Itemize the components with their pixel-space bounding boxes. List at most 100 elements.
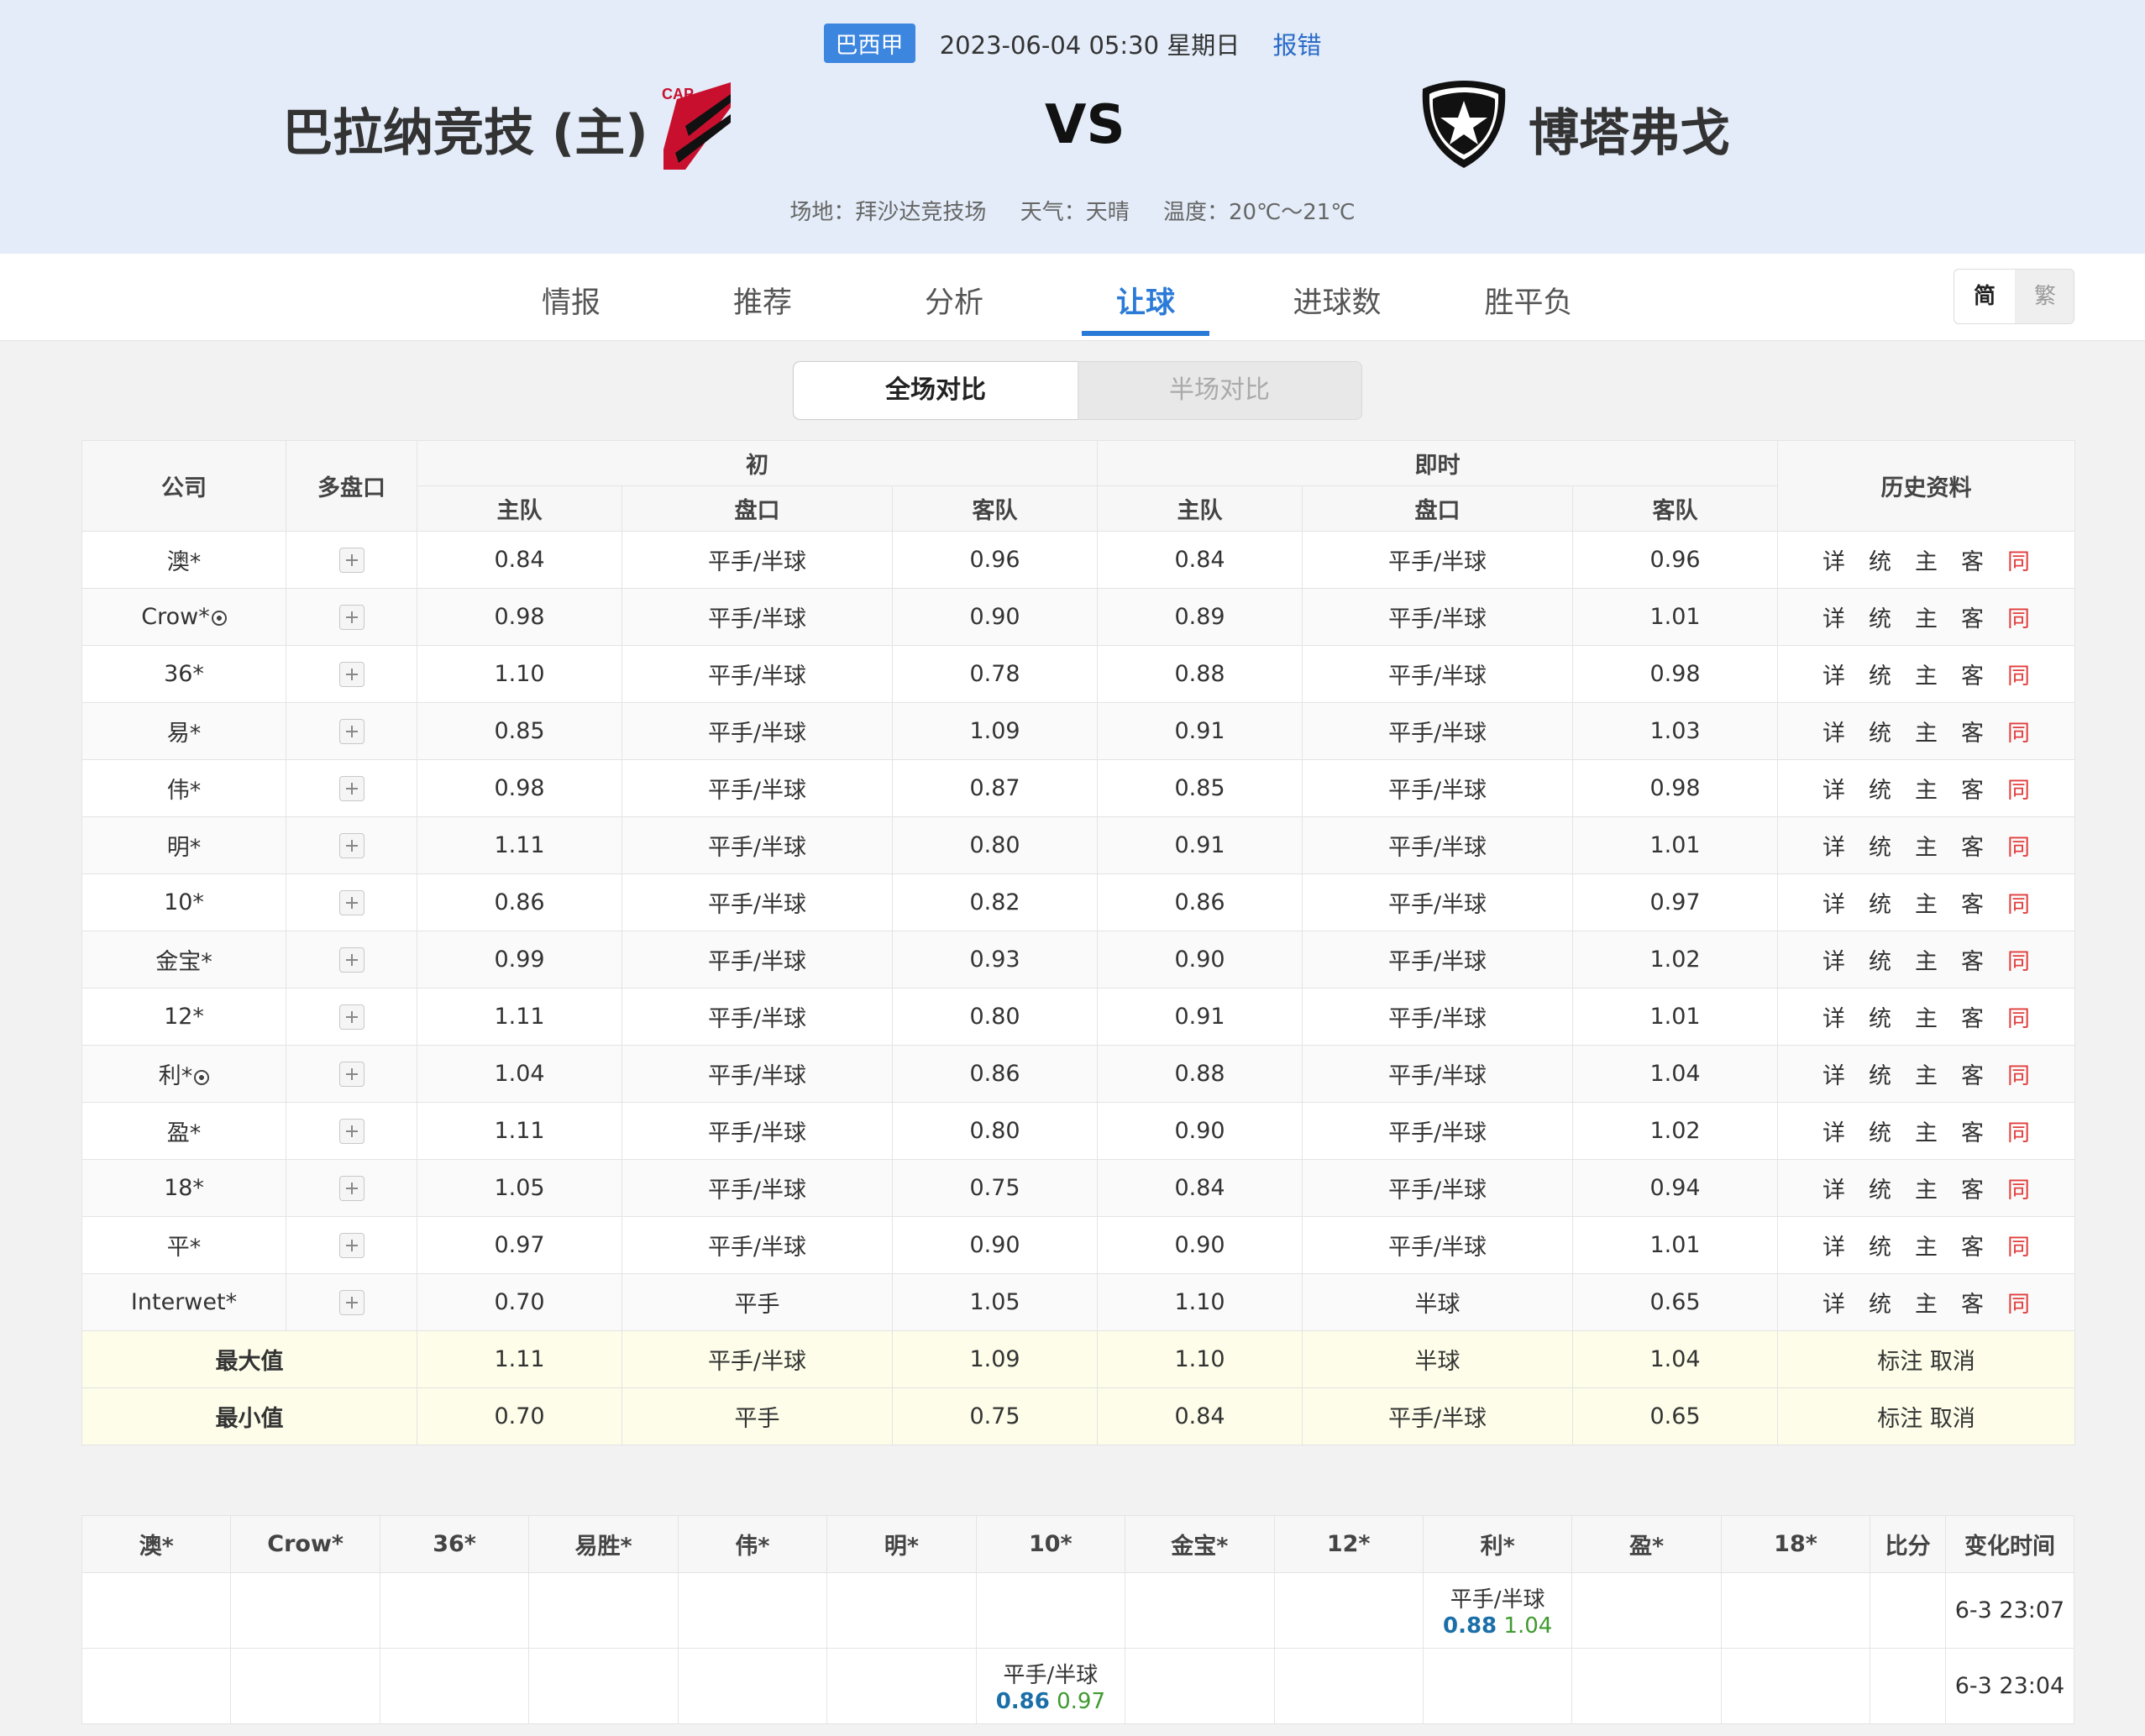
traditional-chinese-button[interactable]: 繁	[2015, 270, 2075, 323]
company-name[interactable]: 36*	[81, 645, 286, 703]
stats-link[interactable]: 统	[1869, 1057, 1891, 1090]
tab-intel[interactable]: 情报	[504, 279, 638, 322]
expand-plus-icon[interactable]	[338, 1233, 364, 1259]
expand-plus-icon[interactable]	[338, 1062, 364, 1088]
detail-link[interactable]: 详	[1822, 1172, 1845, 1204]
away-link[interactable]: 客	[1961, 1172, 1984, 1204]
same-link[interactable]: 同	[2007, 829, 2030, 862]
home-link[interactable]: 主	[1915, 1000, 1938, 1033]
away-link[interactable]: 客	[1961, 772, 1984, 805]
league-badge[interactable]: 巴西甲	[823, 24, 915, 63]
stats-link[interactable]: 统	[1869, 601, 1891, 633]
company-name[interactable]: 平*	[81, 1216, 286, 1274]
company-name[interactable]: 金宝*	[81, 931, 286, 989]
stats-link[interactable]: 统	[1869, 1115, 1891, 1147]
detail-link[interactable]: 详	[1822, 1000, 1845, 1033]
home-link[interactable]: 主	[1915, 1286, 1938, 1319]
away-link[interactable]: 客	[1961, 1000, 1984, 1033]
stats-link[interactable]: 统	[1869, 943, 1891, 976]
stats-link[interactable]: 统	[1869, 886, 1891, 919]
away-team-name[interactable]: 博塔弗戈	[1529, 92, 1730, 165]
same-link[interactable]: 同	[2007, 772, 2030, 805]
company-name[interactable]: 盈*	[81, 1102, 286, 1160]
away-link[interactable]: 客	[1961, 829, 1984, 862]
mark-cancel-action[interactable]: 标注 取消	[1777, 1330, 2076, 1388]
expand-plus-icon[interactable]	[338, 833, 364, 859]
same-link[interactable]: 同	[2007, 1286, 2030, 1319]
expand-plus-icon[interactable]	[338, 1004, 364, 1031]
home-team-logo-icon[interactable]: CAP	[660, 82, 731, 170]
expand-plus-icon[interactable]	[338, 1119, 364, 1145]
away-link[interactable]: 客	[1961, 601, 1984, 633]
stats-link[interactable]: 统	[1869, 772, 1891, 805]
same-link[interactable]: 同	[2007, 1057, 2030, 1090]
expand-plus-icon[interactable]	[338, 548, 364, 574]
away-link[interactable]: 客	[1961, 1286, 1984, 1319]
stats-link[interactable]: 统	[1869, 829, 1891, 862]
expand-plus-icon[interactable]	[338, 776, 364, 802]
detail-link[interactable]: 详	[1822, 1115, 1845, 1147]
home-link[interactable]: 主	[1915, 1057, 1938, 1090]
expand-plus-icon[interactable]	[338, 662, 364, 688]
expand-plus-icon[interactable]	[338, 890, 364, 916]
stats-link[interactable]: 统	[1869, 658, 1891, 690]
away-link[interactable]: 客	[1961, 1115, 1984, 1147]
away-team-logo-icon[interactable]	[1418, 77, 1510, 171]
company-name[interactable]: 18*	[81, 1159, 286, 1217]
away-link[interactable]: 客	[1961, 715, 1984, 747]
home-link[interactable]: 主	[1915, 543, 1938, 576]
tab-analysis[interactable]: 分析	[887, 279, 1021, 322]
stats-link[interactable]: 统	[1869, 1286, 1891, 1319]
tab-goals[interactable]: 进球数	[1270, 279, 1404, 322]
company-name[interactable]: 伟*	[81, 759, 286, 817]
company-name[interactable]: 易*	[81, 702, 286, 760]
stats-link[interactable]: 统	[1869, 1000, 1891, 1033]
detail-link[interactable]: 详	[1822, 1229, 1845, 1261]
away-link[interactable]: 客	[1961, 943, 1984, 976]
same-link[interactable]: 同	[2007, 543, 2030, 576]
stats-link[interactable]: 统	[1869, 1229, 1891, 1261]
company-name[interactable]: 明*	[81, 816, 286, 874]
report-error-link[interactable]: 报错	[1272, 26, 1321, 61]
home-link[interactable]: 主	[1915, 886, 1938, 919]
company-name[interactable]: 澳*	[81, 531, 286, 589]
detail-link[interactable]: 详	[1822, 1057, 1845, 1090]
detail-link[interactable]: 详	[1822, 829, 1845, 862]
home-link[interactable]: 主	[1915, 658, 1938, 690]
detail-link[interactable]: 详	[1822, 543, 1845, 576]
simplified-chinese-button[interactable]: 简	[1954, 270, 2015, 323]
home-link[interactable]: 主	[1915, 943, 1938, 976]
same-link[interactable]: 同	[2007, 943, 2030, 976]
same-link[interactable]: 同	[2007, 658, 2030, 690]
home-link[interactable]: 主	[1915, 829, 1938, 862]
company-name[interactable]: 利*	[81, 1045, 286, 1103]
half-match-button[interactable]: 半场对比	[1078, 362, 1361, 419]
stats-link[interactable]: 统	[1869, 715, 1891, 747]
home-link[interactable]: 主	[1915, 601, 1938, 633]
same-link[interactable]: 同	[2007, 886, 2030, 919]
tab-win-draw-loss[interactable]: 胜平负	[1461, 279, 1596, 322]
detail-link[interactable]: 详	[1822, 601, 1845, 633]
tab-handicap[interactable]: 让球	[1078, 279, 1213, 322]
expand-plus-icon[interactable]	[338, 719, 364, 745]
same-link[interactable]: 同	[2007, 1115, 2030, 1147]
tab-recommend[interactable]: 推荐	[695, 279, 830, 322]
home-link[interactable]: 主	[1915, 772, 1938, 805]
expand-plus-icon[interactable]	[338, 947, 364, 973]
same-link[interactable]: 同	[2007, 715, 2030, 747]
same-link[interactable]: 同	[2007, 1229, 2030, 1261]
company-name[interactable]: 12*	[81, 988, 286, 1046]
away-link[interactable]: 客	[1961, 1057, 1984, 1090]
detail-link[interactable]: 详	[1822, 715, 1845, 747]
away-link[interactable]: 客	[1961, 1229, 1984, 1261]
home-link[interactable]: 主	[1915, 1172, 1938, 1204]
expand-plus-icon[interactable]	[338, 1290, 364, 1316]
home-link[interactable]: 主	[1915, 715, 1938, 747]
company-name[interactable]: 10*	[81, 873, 286, 931]
company-name[interactable]: Crow*	[81, 588, 286, 646]
mark-cancel-action[interactable]: 标注 取消	[1777, 1387, 2076, 1445]
detail-link[interactable]: 详	[1822, 1286, 1845, 1319]
detail-link[interactable]: 详	[1822, 658, 1845, 690]
stats-link[interactable]: 统	[1869, 543, 1891, 576]
same-link[interactable]: 同	[2007, 1172, 2030, 1204]
